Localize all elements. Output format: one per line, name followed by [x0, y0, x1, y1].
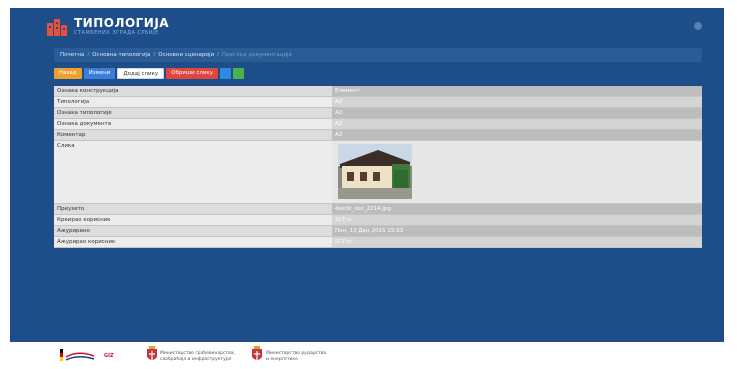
row-label: Ажурирао корисник	[54, 237, 332, 247]
serbia-coat-of-arms-icon	[252, 346, 262, 360]
footer: GIZ Министарство грађевинарства, саобраћ…	[0, 342, 737, 369]
info-icon[interactable]	[220, 68, 232, 79]
back-button[interactable]: Назад	[54, 68, 82, 79]
breadcrumb-home[interactable]: Почетна	[60, 52, 84, 58]
row-value: A2	[332, 97, 702, 107]
row-value[interactable]: 4ae3c_dsc_2214.jpg	[332, 204, 702, 214]
row-value: Елемент	[332, 86, 702, 96]
row-value: Пон, 13 Дец 2015 15:33	[332, 226, 702, 236]
breadcrumb-separator: /	[217, 52, 219, 58]
giz-logo: GIZ	[104, 353, 114, 359]
app-subtitle: СТАМБЕНИХ ЗГРАДА СРБИЈЕ	[74, 30, 159, 36]
table-row: Ознака документа A2	[54, 119, 702, 130]
add-icon[interactable]	[233, 68, 245, 79]
breadcrumb: Почетна / Основна типологија / Основни с…	[54, 48, 702, 62]
table-row: Ознака типологије A2	[54, 108, 702, 119]
row-value: SCF.rs	[332, 237, 702, 247]
serbia-coat-of-arms-icon	[147, 346, 157, 360]
ministry-construction-label: Министарство грађевинарства, саобраћаја …	[160, 351, 235, 363]
row-label: Преузето	[54, 204, 332, 214]
row-label: Типологија	[54, 97, 332, 107]
house-photo[interactable]	[338, 144, 412, 199]
table-row: Ажурирано Пон, 13 Дец 2015 15:33	[54, 226, 702, 237]
table-row: Креирао корисник SCF.rs	[54, 215, 702, 226]
breadcrumb-typology[interactable]: Основна типологија	[92, 52, 150, 58]
row-label: Ознака конструкција	[54, 86, 332, 96]
table-row: Ознака конструкција Елемент	[54, 86, 702, 97]
breadcrumb-current: Преглед документације	[221, 52, 292, 58]
top-bar: ТИПОЛОГИЈА СТАМБЕНИХ ЗГРАДА СРБИЈЕ	[10, 8, 724, 44]
ministry-energy-line2: и енергетике	[266, 357, 298, 362]
app-title[interactable]: ТИПОЛОГИЈА	[74, 16, 169, 30]
menu-dot-icon[interactable]	[694, 22, 702, 30]
row-label: Коментар	[54, 130, 332, 140]
delete-image-button[interactable]: Обриши слику	[166, 68, 219, 79]
row-label: Ажурирано	[54, 226, 332, 236]
breadcrumb-scenarios[interactable]: Основни сценарији	[158, 52, 214, 58]
table-row: Ажурирао корисник SCF.rs	[54, 237, 702, 248]
row-label: Ознака типологије	[54, 108, 332, 118]
row-label: Слика	[54, 141, 332, 203]
breadcrumb-separator: /	[87, 52, 90, 58]
breadcrumb-separator: /	[153, 52, 156, 58]
row-value: A2	[332, 119, 702, 129]
ministry-energy-label: Министарство рударства и енергетике	[266, 351, 326, 363]
add-image-button[interactable]: Додај слику	[117, 68, 165, 79]
row-value	[332, 141, 702, 203]
table-row: Преузето 4ae3c_dsc_2214.jpg	[54, 204, 702, 215]
app-window: ТИПОЛОГИЈА СТАМБЕНИХ ЗГРАДА СРБИЈЕ Почет…	[10, 8, 724, 342]
row-value: A2	[332, 108, 702, 118]
table-row: Типологија A2	[54, 97, 702, 108]
german-cooperation-logo	[60, 349, 95, 361]
row-value: SCF.rs	[332, 215, 702, 225]
table-row-image: Слика	[54, 141, 702, 204]
building-logo-icon[interactable]	[46, 17, 68, 37]
toolbar: Назад Измени Додај слику Обриши слику	[54, 68, 245, 79]
row-label: Креирао корисник	[54, 215, 332, 225]
row-label: Ознака документа	[54, 119, 332, 129]
edit-button[interactable]: Измени	[83, 68, 116, 79]
row-value: A2	[332, 130, 702, 140]
details-table: Ознака конструкција Елемент Типологија A…	[54, 86, 702, 248]
ministry-construction-line2: саобраћаја и инфраструктуре	[160, 357, 232, 362]
table-row: Коментар A2	[54, 130, 702, 141]
